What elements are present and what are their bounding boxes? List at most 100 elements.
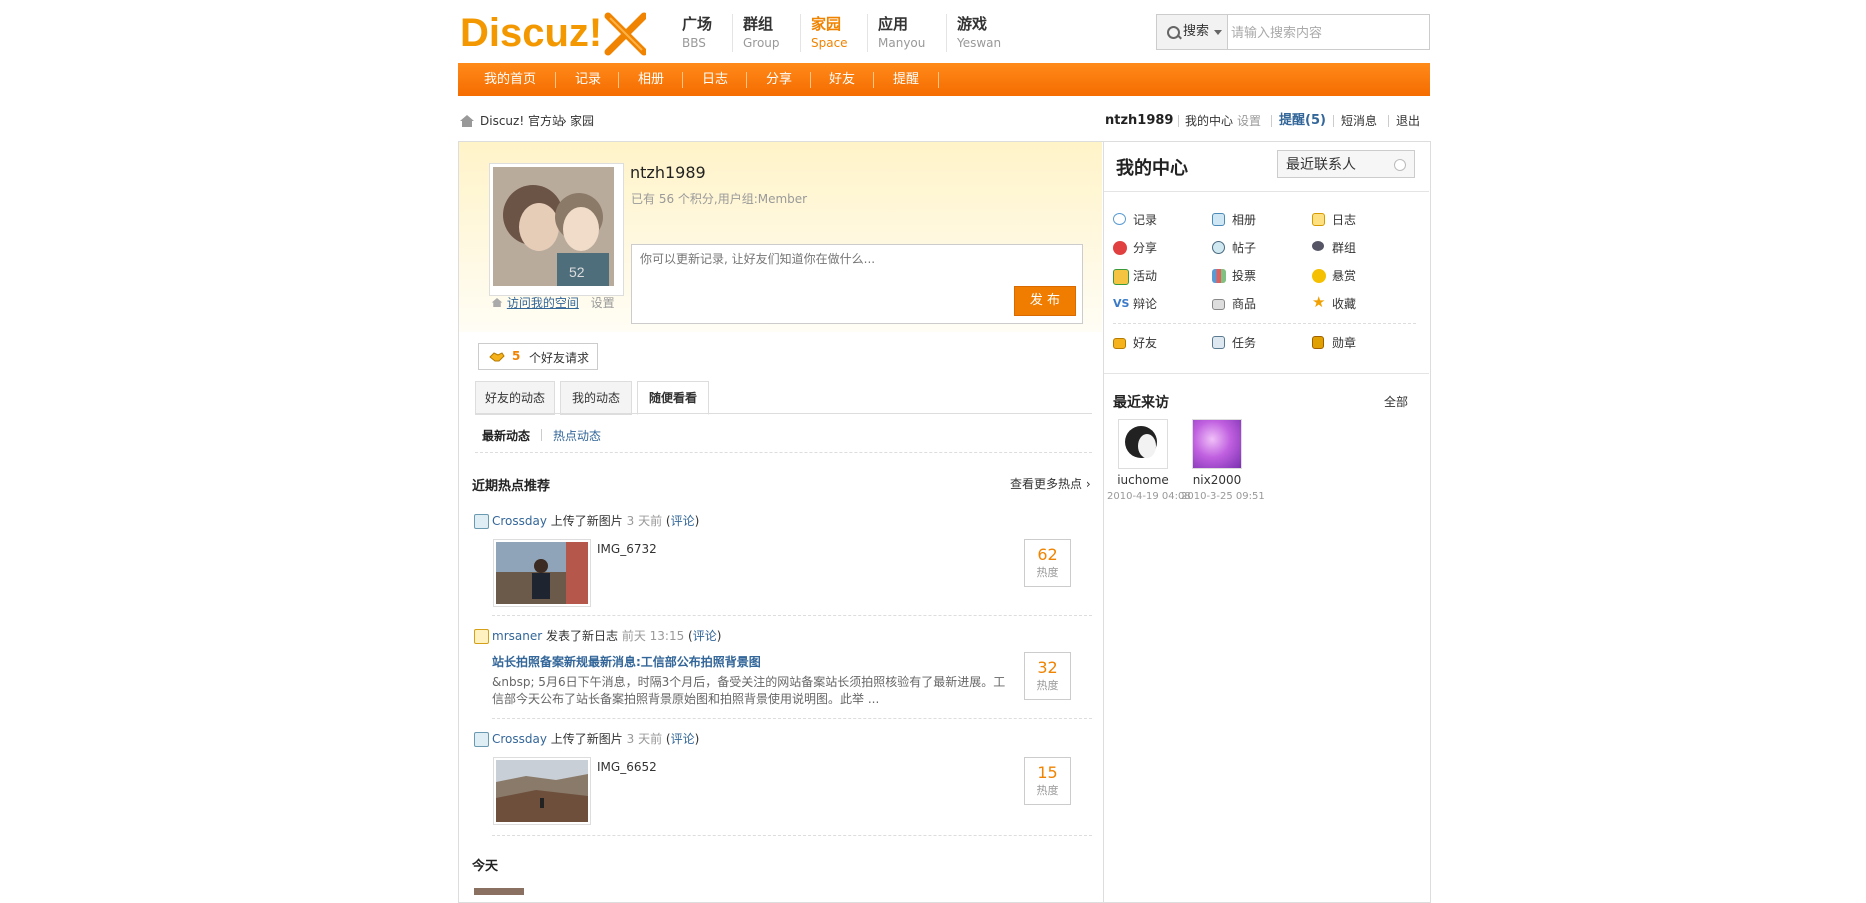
- dashed-divider: [492, 615, 1092, 616]
- subnav-notice[interactable]: 提醒: [886, 63, 926, 96]
- feed-action: 发表了新日志: [545, 629, 618, 643]
- avatar[interactable]: 52: [489, 163, 624, 296]
- album-icon: [1212, 213, 1225, 226]
- userbar-divider: [1388, 115, 1389, 127]
- subnav-friend[interactable]: 好友: [822, 63, 862, 96]
- handshake-icon: [489, 352, 505, 362]
- feed-user-link[interactable]: Crossday: [492, 514, 547, 528]
- breadcrumb-separator: ›: [562, 114, 567, 128]
- heat-badge: 62 热度: [1024, 539, 1071, 587]
- feed-thumbnail[interactable]: [493, 757, 591, 825]
- subtab-hot[interactable]: 热点动态: [553, 427, 601, 444]
- search-box: 搜索: [1156, 14, 1430, 51]
- post-icon: [1212, 241, 1225, 254]
- visitor-item[interactable]: iuchome 2010-4-19 04:08: [1107, 419, 1191, 502]
- feed-thumbnail[interactable]: [493, 539, 591, 607]
- recent-contacts-dropdown[interactable]: 最近联系人: [1277, 150, 1415, 178]
- nav-group[interactable]: 群组 Group: [732, 14, 780, 52]
- nav-label-en: BBS: [682, 36, 706, 50]
- speech-bubble-icon: [1113, 213, 1126, 225]
- feed-time: 前天 13:15: [621, 629, 685, 643]
- subnav-home[interactable]: 我的首页: [480, 63, 540, 96]
- tab-browse[interactable]: 随便看看: [637, 381, 709, 415]
- subnav-divider: [746, 72, 747, 88]
- nav-bbs[interactable]: 广场 BBS: [672, 14, 712, 52]
- feed-comment-link[interactable]: 评论: [693, 629, 717, 643]
- today-title: 今天: [472, 859, 499, 874]
- home-icon[interactable]: [459, 114, 475, 128]
- search-button-label: 搜索: [1183, 24, 1210, 39]
- visitor-name: iuchome: [1117, 473, 1169, 487]
- heat-badge: 15 热度: [1024, 757, 1071, 805]
- feed-title[interactable]: IMG_6652: [597, 760, 657, 774]
- heat-label: 热度: [1036, 679, 1059, 692]
- visit-space-link[interactable]: 访问我的空间: [507, 296, 579, 310]
- friend-request-button[interactable]: 5 个好友请求: [478, 343, 598, 370]
- feed-blog-excerpt-2: 信部今天公布了站长备案拍照背景原始图和拍照背景使用说明图。此举 ...: [492, 692, 880, 706]
- breadcrumb-current[interactable]: 家园: [570, 114, 594, 128]
- subnav-divider: [938, 72, 939, 88]
- userbar-settings[interactable]: 设置: [1237, 113, 1261, 129]
- heat-badge: 32 热度: [1024, 652, 1071, 700]
- activity-icon: [1113, 269, 1129, 285]
- avatar: [1118, 419, 1168, 469]
- feed-blog-title[interactable]: 站长拍照备案新规最新消息:工信部公布拍照背景图: [492, 655, 761, 669]
- nav-manyou[interactable]: 应用 Manyou: [867, 14, 925, 52]
- visitor-name: nix2000: [1192, 473, 1242, 487]
- tab-my-feed[interactable]: 我的动态: [560, 381, 632, 415]
- heat-value: 15: [1037, 763, 1058, 782]
- feed-time: 3 天前: [626, 732, 663, 746]
- subtab-latest[interactable]: 最新动态: [482, 427, 530, 444]
- friend-request-label: 个好友请求: [529, 351, 590, 365]
- userbar-my-center[interactable]: 我的中心: [1185, 113, 1233, 129]
- feed-user-link[interactable]: mrsaner: [492, 629, 542, 643]
- profile-settings-link[interactable]: 设置: [591, 296, 615, 310]
- feed-item-header: Crossday 上传了新图片 3 天前 (评论): [492, 732, 700, 746]
- userbar-messages[interactable]: 短消息: [1341, 113, 1377, 129]
- feed-user-link[interactable]: Crossday: [492, 732, 547, 746]
- feed-title[interactable]: IMG_6732: [597, 542, 657, 556]
- subnav-share[interactable]: 分享: [759, 63, 799, 96]
- profile-username[interactable]: ntzh1989: [630, 163, 706, 182]
- column-divider: [1103, 142, 1104, 902]
- subnav-divider: [555, 72, 556, 88]
- blog-icon: [474, 629, 489, 644]
- visitor-item[interactable]: nix2000 2010-3-25 09:51: [1181, 419, 1265, 502]
- dropdown-indicator-icon: [1394, 159, 1406, 171]
- hot-more-link[interactable]: 查看更多热点 ›: [1010, 475, 1091, 492]
- breadcrumb-site[interactable]: Discuz! 官方站: [480, 114, 564, 128]
- subnav-blog[interactable]: 日志: [695, 63, 735, 96]
- subnav-album[interactable]: 相册: [631, 63, 671, 96]
- nav-label-cn: 家园: [811, 15, 842, 33]
- userbar-remind[interactable]: 提醒(5): [1279, 113, 1326, 129]
- dashed-divider: [1113, 323, 1416, 324]
- publish-button[interactable]: 发 布: [1014, 286, 1076, 316]
- visitors-all-link[interactable]: 全部: [1384, 393, 1408, 410]
- userbar-divider: [1178, 115, 1179, 127]
- userbar-logout[interactable]: 退出: [1396, 113, 1420, 129]
- nav-space[interactable]: 家园 Space: [800, 14, 848, 52]
- userbar-divider: [1333, 115, 1334, 127]
- feed-thumbnail-partial: [474, 888, 524, 895]
- discuz-logo[interactable]: Discuz!: [460, 10, 648, 56]
- feed-comment-link[interactable]: 评论: [671, 732, 695, 746]
- subnav-divider: [682, 72, 683, 88]
- search-type-button[interactable]: 搜索: [1157, 15, 1228, 49]
- heat-label: 热度: [1036, 566, 1059, 579]
- reward-icon: [1312, 269, 1326, 283]
- feed-action: 上传了新图片: [550, 732, 623, 746]
- nav-yeswan[interactable]: 游戏 Yeswan: [946, 14, 1001, 52]
- nav-label-en: Group: [743, 36, 780, 50]
- right-title: 我的中心: [1116, 158, 1188, 179]
- subtab-divider: [541, 429, 542, 441]
- feed-comment-link[interactable]: 评论: [671, 514, 695, 528]
- tab-friend-feed[interactable]: 好友的动态: [475, 381, 555, 415]
- search-input[interactable]: [1229, 15, 1429, 51]
- feed-item-header: mrsaner 发表了新日志 前天 13:15 (评论): [492, 629, 722, 643]
- subnav-doing[interactable]: 记录: [568, 63, 608, 96]
- status-input[interactable]: [638, 251, 972, 267]
- nav-label-cn: 广场: [682, 15, 713, 33]
- right-divider: [1104, 191, 1429, 192]
- userbar-username[interactable]: ntzh1989: [1105, 113, 1173, 129]
- heat-label: 热度: [1036, 784, 1059, 797]
